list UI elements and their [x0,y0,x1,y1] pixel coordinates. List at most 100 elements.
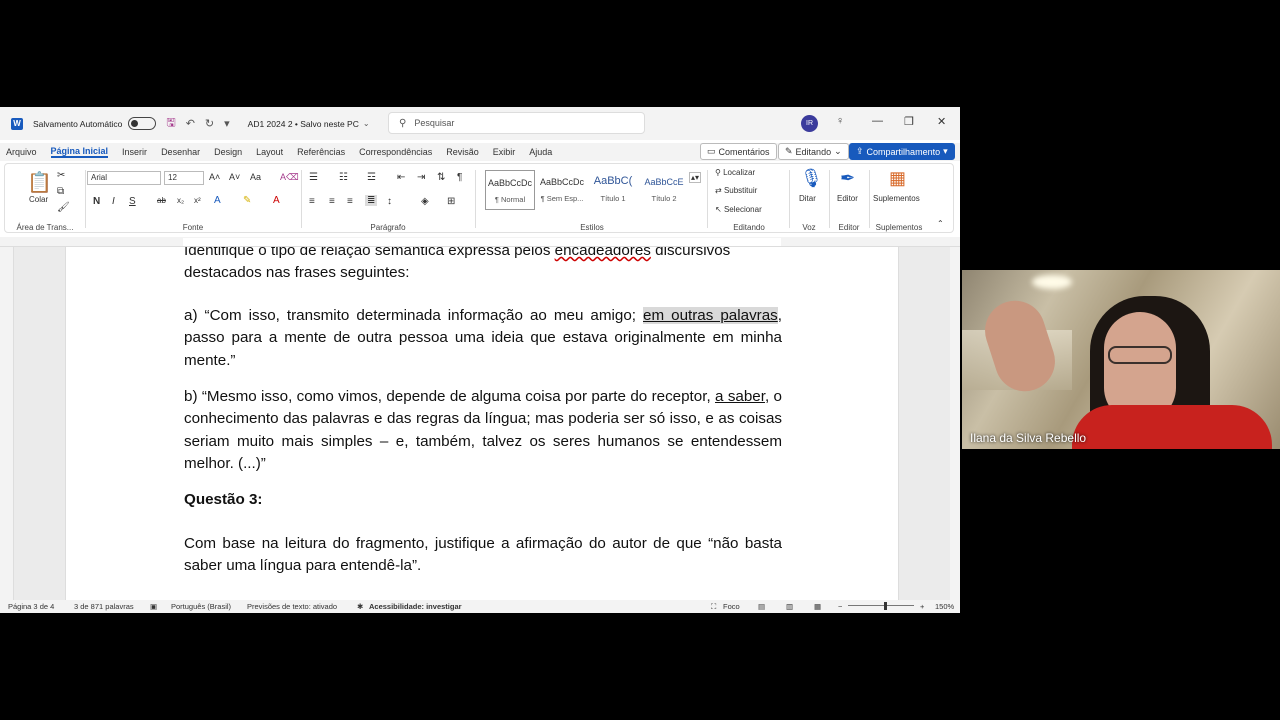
search-icon: ⚲ [715,168,721,177]
sort-icon[interactable]: ⇅ [437,172,445,183]
align-center-icon[interactable]: ≡ [329,196,335,207]
underline-icon[interactable]: S [129,196,136,207]
paste-label[interactable]: Colar [29,195,48,204]
decrease-indent-icon[interactable]: ⇤ [397,172,405,183]
tab-design[interactable]: Design [214,147,242,157]
zoom-slider[interactable] [848,605,914,606]
strikethrough-icon[interactable]: ab [157,196,166,205]
autosave-toggle[interactable] [128,117,157,130]
web-layout-icon[interactable]: ▦ [814,602,821,611]
tab-revisao[interactable]: Revisão [446,147,479,157]
select-button[interactable]: ↖ Selecionar [715,205,762,214]
tab-correspondencias[interactable]: Correspondências [359,147,432,157]
print-layout-icon[interactable]: ▥ [786,602,793,611]
share-button[interactable]: ⇪ Compartilhamento ▾ [849,143,955,160]
save-icon[interactable]: 🖫 [166,114,175,133]
horizontal-ruler[interactable] [0,237,960,247]
borders-icon[interactable]: ⊞ [447,196,455,207]
editor-label[interactable]: Editor [837,194,858,203]
focus-icon[interactable]: ⛶ [711,602,716,612]
instruction-text-c: discursivos [650,247,731,259]
numbering-icon[interactable]: ☷ [339,172,348,183]
copy-icon[interactable]: ⧉ [57,186,64,197]
editing-mode-button[interactable]: ✎ Editando ⌄ [778,143,849,160]
instruction-text-line2: destacados nas frases seguintes: [184,264,410,282]
style-normal[interactable]: AaBbCcDc ¶ Normal [485,170,535,210]
find-button[interactable]: ⚲ Localizar [715,168,755,177]
microphone-icon[interactable]: 🎙 [800,168,823,189]
font-size-select[interactable]: 12 [164,171,204,185]
zoom-slider-thumb[interactable] [884,602,887,610]
paste-icon[interactable]: 📋 [27,170,52,195]
bold-icon[interactable]: N [93,196,100,207]
tab-exibir[interactable]: Exibir [493,147,516,157]
tab-arquivo[interactable]: Arquivo [6,147,37,157]
word-count[interactable]: 3 de 871 palavras [74,602,134,611]
align-right-icon[interactable]: ≡ [347,196,353,207]
subscript-icon[interactable]: x₂ [177,196,184,205]
align-left-icon[interactable]: ≡ [309,196,315,207]
highlight-icon[interactable]: ✎ [243,195,251,206]
styles-scroll-icon[interactable]: ▴▾ [689,172,702,183]
zoom-level[interactable]: 150% [935,602,954,611]
document-page[interactable]: Identifique o tipo de relação semântica … [65,247,899,600]
line-spacing-icon[interactable]: ↕ [387,196,392,207]
change-case-icon[interactable]: Aa [250,172,261,182]
pilcrow-icon[interactable]: ¶ [457,172,462,183]
avatar[interactable]: IR [801,115,818,132]
chevron-down-icon[interactable]: ⌄ [363,119,370,128]
italic-icon[interactable]: I [112,196,115,207]
tab-ajuda[interactable]: Ajuda [529,147,552,157]
shrink-font-icon[interactable]: A˅ [229,172,240,182]
language-status[interactable]: Português (Brasil) [171,602,231,611]
format-painter-icon[interactable]: 🖌 [57,202,70,213]
comments-button[interactable]: ▭ Comentários [700,143,777,160]
style-no-spacing[interactable]: AaBbCcDc ¶ Sem Esp... [537,170,587,210]
justify-icon[interactable]: ≣ [365,195,378,206]
read-mode-icon[interactable]: ▤ [758,602,765,611]
focus-label[interactable]: Foco [723,602,740,611]
superscript-icon[interactable]: x² [194,196,201,205]
increase-indent-icon[interactable]: ⇥ [417,172,425,183]
accessibility-status[interactable]: Acessibilidade: investigar [369,602,462,611]
multilevel-list-icon[interactable]: ☲ [367,172,376,183]
text-predictions-status[interactable]: Previsões de texto: ativado [247,602,337,611]
tab-referencias[interactable]: Referências [297,147,345,157]
document-name[interactable]: AD1 2024 2 • Salvo neste PC [248,119,359,129]
collapse-ribbon-icon[interactable]: ⌃ [937,219,944,228]
font-family-select[interactable]: Arial [87,171,161,185]
close-icon[interactable]: ✕ [937,115,946,128]
proofing-icon[interactable]: ▣ [150,602,157,611]
search-input[interactable]: ⚲ Pesquisar [388,112,645,134]
replace-button[interactable]: ⇄ Substituir [715,186,757,195]
accessibility-icon[interactable]: ✱ [357,602,363,611]
addins-grid-icon[interactable]: ▦ [889,168,906,189]
text-effects-icon[interactable]: A [214,195,221,206]
restore-icon[interactable]: ❐ [904,115,914,128]
vertical-ruler[interactable] [0,247,14,600]
undo-icon[interactable]: ↶ [186,117,195,130]
style-heading-2[interactable]: AaBbCcE Título 2 [639,170,689,210]
cut-icon[interactable]: ✂ [57,170,65,181]
style-heading-1[interactable]: AaBbC( Título 1 [588,170,638,210]
editor-pen-icon[interactable]: ✒ [840,168,855,189]
clear-format-icon[interactable]: A⌫ [280,172,299,183]
shading-icon[interactable]: ◈ [421,196,429,207]
grow-font-icon[interactable]: A˄ [209,172,220,182]
zoom-in-icon[interactable]: + [920,602,924,611]
dictate-label[interactable]: Ditar [799,194,816,203]
redo-icon[interactable]: ↻ [205,117,214,130]
bullets-icon[interactable]: ☰ [309,172,318,183]
customize-toolbar-icon[interactable]: ▾ [224,117,230,130]
font-color-icon[interactable]: A [273,195,280,206]
lightbulb-icon[interactable]: ♀ [836,115,844,127]
tab-desenhar[interactable]: Desenhar [161,147,200,157]
tab-inserir[interactable]: Inserir [122,147,147,157]
minimize-icon[interactable]: — [872,115,883,127]
addins-label[interactable]: Suplementos [873,194,920,203]
tab-pagina-inicial[interactable]: Página Inicial [50,146,109,158]
page-count[interactable]: Página 3 de 4 [8,602,54,611]
tab-layout[interactable]: Layout [256,147,283,157]
vertical-scrollbar[interactable] [950,247,960,600]
zoom-out-icon[interactable]: − [838,602,842,611]
